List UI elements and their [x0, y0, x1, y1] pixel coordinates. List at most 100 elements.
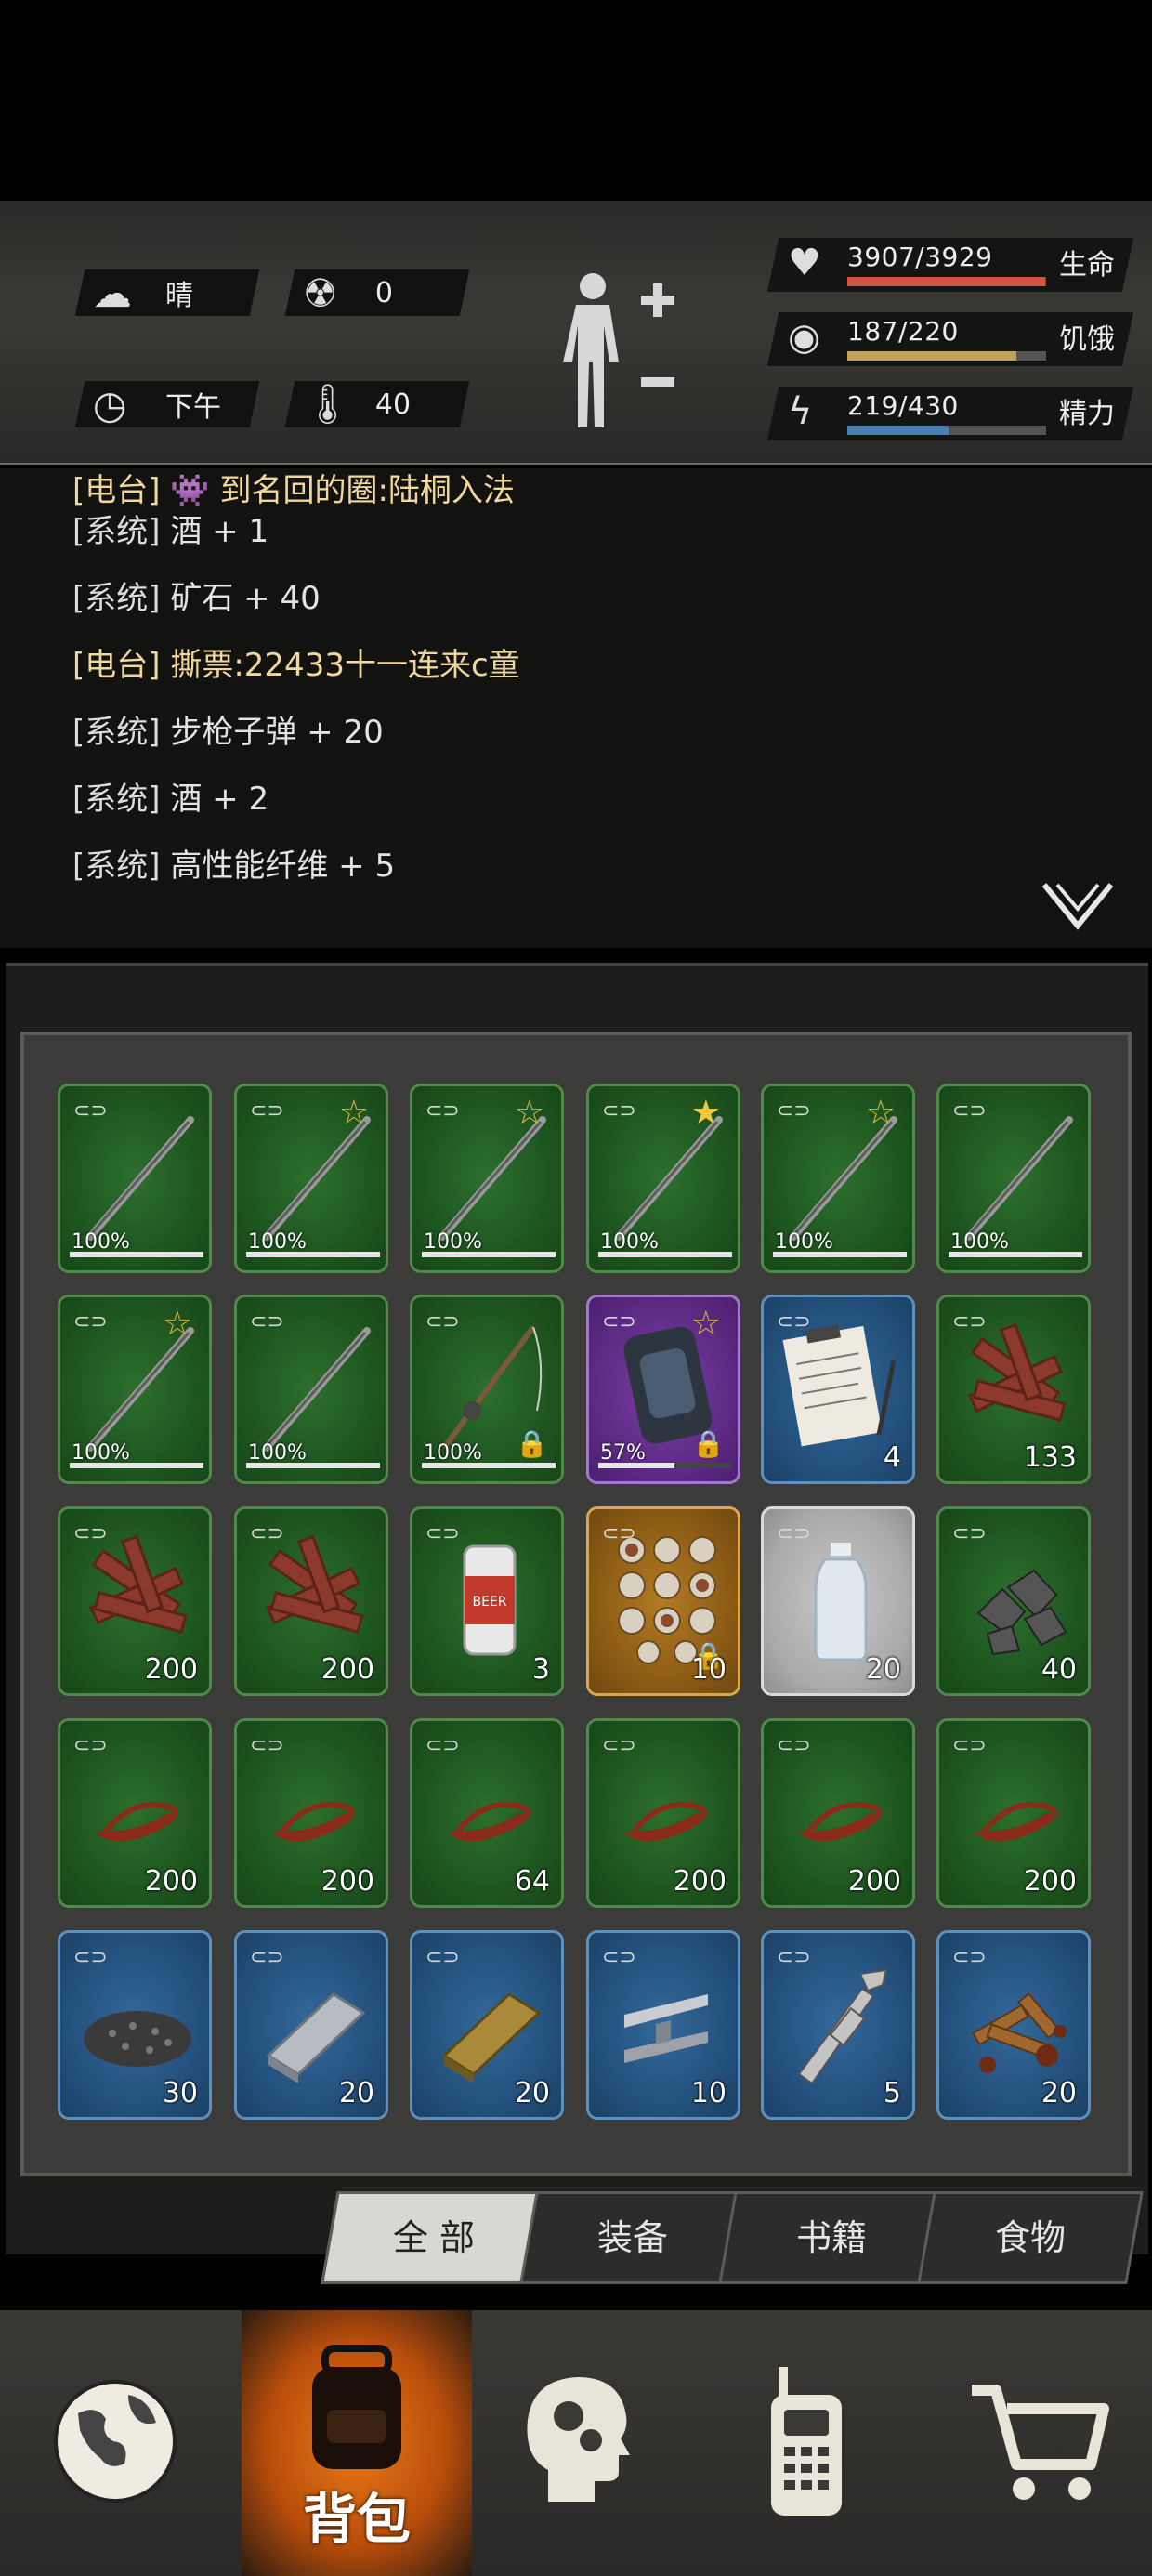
filter-tabs: 全 部 装备 书籍 食物 — [316, 2191, 1144, 2286]
inventory-slot[interactable]: ⊂⊃ ☆ 100% — [410, 1084, 564, 1273]
item-quantity: 20 — [338, 2077, 374, 2109]
link-icon: ⊂⊃ — [250, 1734, 284, 1757]
heart-pulse-icon: ♥ — [788, 242, 821, 284]
nav-shop[interactable] — [922, 2310, 1152, 2576]
log-tag: [系统] — [72, 580, 161, 617]
nav-backpack[interactable]: 背包 — [242, 2310, 472, 2576]
inventory-slot[interactable]: ⊂⊃ 200 — [234, 1718, 388, 1908]
item-quantity: 200 — [144, 1865, 198, 1898]
inventory-slot[interactable]: ⊂⊃ ☆ 57% 🔒 — [586, 1295, 740, 1484]
inventory-slot[interactable]: ⊂⊃ 40 — [936, 1506, 1091, 1696]
item-quantity: 20 — [1041, 2077, 1077, 2109]
link-icon: ⊂⊃ — [777, 1946, 811, 1969]
link-icon: ⊂⊃ — [250, 1310, 284, 1334]
durability-label: 100% — [424, 1441, 482, 1465]
nav-world[interactable] — [0, 2310, 230, 2576]
body-status-icon[interactable] — [548, 266, 687, 442]
inventory-slot[interactable]: ⊂⊃ 20 — [234, 1930, 388, 2120]
star-icon: ☆ — [338, 1094, 369, 1132]
inventory-slot[interactable]: ⊂⊃ 20 — [410, 1930, 564, 2120]
link-icon: ⊂⊃ — [602, 1946, 636, 1969]
inventory-slot[interactable]: ⊂⊃ 100% — [234, 1295, 388, 1484]
radiation-value: 0 — [375, 276, 394, 309]
backpack-icon — [292, 2330, 422, 2491]
durability-label: 100% — [775, 1230, 833, 1254]
inventory-slot[interactable]: ⊂⊃ 20 — [936, 1930, 1091, 2120]
hunger-value: 187/220 — [847, 316, 959, 347]
link-icon: ⊂⊃ — [250, 1099, 284, 1123]
durability-label: 100% — [600, 1230, 659, 1254]
link-icon: ⊂⊃ — [425, 1946, 460, 1969]
inventory-slot[interactable]: ⊂⊃ 100% 🔒 — [410, 1295, 564, 1484]
item-quantity: 200 — [673, 1865, 727, 1898]
item-quantity: 20 — [865, 1653, 901, 1686]
durability-label: 100% — [248, 1230, 307, 1254]
walkie-talkie-icon — [751, 2358, 862, 2529]
link-icon: ⊂⊃ — [73, 1310, 108, 1334]
log-message: 酒 + 2 — [160, 781, 269, 818]
inventory-slot[interactable]: ⊂⊃ 20 — [761, 1506, 915, 1696]
log-line: [系统] 高性能纤维 + 5 — [72, 840, 395, 886]
inventory-slot[interactable]: ⊂⊃ 10 — [586, 1930, 740, 2120]
collapse-log-button[interactable] — [1041, 879, 1115, 939]
health-value: 3907/3929 — [847, 242, 993, 272]
inventory-slot[interactable]: ⊂⊃ ☆ 100% — [761, 1084, 915, 1273]
radiation-icon: ☢ — [303, 269, 338, 316]
log-tag: [系统] — [72, 714, 161, 751]
health-stat-inner: ♥ 3907/3929 生命 — [773, 238, 1128, 292]
inventory-slot[interactable]: ⊂⊃ 200 — [58, 1506, 212, 1696]
star-icon: ☆ — [690, 1305, 721, 1343]
star-icon: ☆ — [162, 1305, 192, 1343]
health-bar — [847, 277, 1046, 286]
inventory-slot[interactable]: ⊂⊃ 4 — [761, 1295, 915, 1484]
durability-label: 100% — [950, 1230, 1009, 1254]
inventory-slot[interactable]: ⊂⊃ 64 — [410, 1718, 564, 1908]
inventory-slot[interactable]: ⊂⊃ ★ 100% — [586, 1084, 740, 1273]
inventory-slot[interactable]: ⊂⊃ 200 — [936, 1718, 1091, 1908]
inventory-slot[interactable]: ⊂⊃ 200 — [761, 1718, 915, 1908]
time-label: 下午 — [165, 391, 221, 424]
inventory-slot[interactable]: ⊂⊃ 30 — [58, 1930, 212, 2120]
nav-skills[interactable] — [461, 2310, 691, 2576]
inventory-slot[interactable]: ⊂⊃ 200 — [58, 1718, 212, 1908]
item-quantity: 10 — [690, 1653, 727, 1686]
inventory-slot[interactable]: BEER ⊂⊃ 3 — [410, 1506, 564, 1696]
inventory-slot[interactable]: ⊂⊃ 5 — [761, 1930, 915, 2120]
weather-label: 晴 — [165, 280, 193, 312]
inventory-slot[interactable]: ⊂⊃ 133 — [936, 1295, 1091, 1484]
inventory-slot[interactable]: ⊂⊃ 200 — [234, 1506, 388, 1696]
link-icon: ⊂⊃ — [73, 1946, 108, 1969]
filter-tab[interactable]: 装备 — [519, 2191, 746, 2284]
item-quantity: 40 — [1041, 1653, 1077, 1686]
energy-bar — [847, 426, 1046, 435]
link-icon: ⊂⊃ — [425, 1734, 460, 1757]
durability-label: 57% — [600, 1441, 646, 1465]
item-quantity: 200 — [1023, 1865, 1077, 1898]
link-icon: ⊂⊃ — [425, 1099, 460, 1123]
inventory-slot[interactable]: ⊂⊃ ☆ 100% — [234, 1084, 388, 1273]
link-icon: ⊂⊃ — [73, 1522, 108, 1545]
inventory-slot[interactable]: ⊂⊃ 🔒 10 — [586, 1506, 740, 1696]
radiation-pill: ☢ 0 — [284, 269, 470, 316]
inventory-slot[interactable]: ⊂⊃ 200 — [586, 1718, 740, 1908]
inventory-slot[interactable]: ⊂⊃ 100% — [936, 1084, 1091, 1273]
inventory-slot[interactable]: ⊂⊃ ☆ 100% — [58, 1295, 212, 1484]
time-pill: ◷ 下午 — [74, 381, 260, 427]
link-icon: ⊂⊃ — [602, 1310, 636, 1334]
item-quantity: 10 — [690, 2077, 727, 2109]
inventory-slot[interactable]: ⊂⊃ 100% — [58, 1084, 212, 1273]
nav-radio[interactable] — [691, 2310, 922, 2576]
link-icon: ⊂⊃ — [777, 1734, 811, 1757]
link-icon: ⊂⊃ — [777, 1099, 811, 1123]
link-icon: ⊂⊃ — [952, 1099, 987, 1123]
message-log[interactable]: [电台] 👾 到名回的圈:陆桐入法 [系统] 酒 + 1 [系统] 矿石 + 40… — [0, 468, 1152, 948]
item-quantity: 4 — [883, 1441, 901, 1474]
link-icon: ⊂⊃ — [425, 1310, 460, 1334]
filter-tab[interactable]: 书籍 — [718, 2191, 945, 2284]
link-icon: ⊂⊃ — [602, 1522, 636, 1545]
link-icon: ⊂⊃ — [250, 1522, 284, 1545]
filter-tab[interactable]: 食物 — [917, 2191, 1144, 2284]
item-quantity: 5 — [883, 2077, 901, 2109]
filter-tab[interactable]: 全 部 — [321, 2191, 547, 2284]
weather-pill: ☁ 晴 — [74, 269, 260, 316]
